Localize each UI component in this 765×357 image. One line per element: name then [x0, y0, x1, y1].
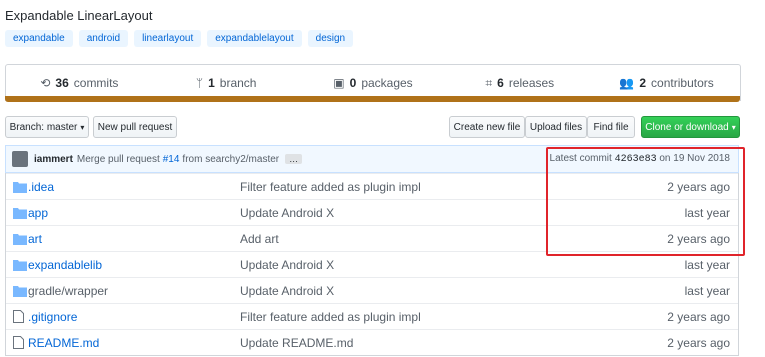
topic-tag[interactable]: expandablelayout [207, 30, 302, 47]
folder-icon [13, 259, 27, 271]
releases-label: releases [508, 76, 555, 90]
new-pull-request-button[interactable]: New pull request [93, 116, 177, 138]
commit-author[interactable]: iammert [34, 154, 73, 165]
file-age: last year [684, 257, 730, 272]
packages-count: 0 [349, 76, 357, 90]
file-commit-message[interactable]: Update Android X [240, 258, 334, 272]
file-commit-message[interactable]: Update README.md [240, 336, 353, 350]
commits-label: commits [73, 76, 119, 90]
tag-icon: ⌗ [485, 75, 493, 90]
file-age: 2 years ago [667, 335, 730, 350]
folder-icon [13, 285, 27, 297]
topic-tag[interactable]: design [307, 30, 354, 47]
branch-count: 1 [208, 76, 215, 90]
file-commit-message[interactable]: Filter feature added as plugin impl [240, 310, 421, 324]
file-commit-message[interactable]: Filter feature added as plugin impl [240, 180, 421, 194]
caret-down-icon: ▾ [731, 122, 736, 132]
avatar[interactable] [12, 151, 28, 167]
contributors-link[interactable]: 👥 2 contributors [593, 76, 740, 90]
create-new-file-button[interactable]: Create new file [449, 116, 525, 138]
contributors-count: 2 [639, 76, 647, 90]
file-name-link[interactable]: .gitignore [28, 310, 77, 324]
package-icon: ▣ [333, 76, 345, 90]
commit-message[interactable]: Merge pull request [77, 154, 160, 165]
branch-select-label: Branch: master [9, 121, 78, 133]
expand-commit-button[interactable]: … [285, 154, 303, 164]
branch-label: branch [219, 76, 257, 90]
topic-tag[interactable]: android [78, 30, 129, 47]
packages-link[interactable]: ▣ 0 packages [300, 76, 447, 90]
file-name-link[interactable]: .idea [28, 180, 54, 194]
topic-tag[interactable]: linearlayout [134, 30, 202, 47]
file-row: README.md Update README.md 2 years ago [6, 329, 738, 355]
file-row: gradle/wrapper Update Android X last yea… [6, 277, 738, 303]
people-icon: 👥 [619, 76, 635, 90]
folder-icon [13, 181, 27, 193]
upload-files-button[interactable]: Upload files [525, 116, 587, 138]
repo-description: Expandable LinearLayout [5, 8, 153, 23]
find-file-button[interactable]: Find file [587, 116, 635, 138]
branch-icon: ᛘ [195, 76, 204, 90]
file-name-link[interactable]: gradle/wrapper [28, 284, 108, 298]
file-age: last year [684, 283, 730, 298]
language-bar[interactable] [5, 96, 740, 102]
releases-link[interactable]: ⌗ 6 releases [446, 76, 593, 91]
file-name-link[interactable]: app [28, 206, 48, 220]
contributors-label: contributors [651, 76, 714, 90]
packages-label: packages [361, 76, 413, 90]
commits-link[interactable]: ⟲ 36 commits [6, 76, 153, 90]
topic-list: expandable android linearlayout expandab… [5, 30, 354, 47]
folder-icon [13, 233, 27, 245]
highlight-annotation-box [546, 147, 745, 256]
file-commit-message[interactable]: Update Android X [240, 284, 334, 298]
caret-down-icon: ▾ [80, 122, 85, 132]
file-icon [13, 310, 27, 323]
topic-tag[interactable]: expandable [5, 30, 73, 47]
history-icon: ⟲ [40, 76, 51, 90]
releases-count: 6 [497, 76, 504, 90]
file-name-link[interactable]: README.md [28, 336, 99, 350]
file-name-link[interactable]: art [28, 232, 42, 246]
commits-count: 36 [55, 76, 69, 90]
pr-link[interactable]: #14 [163, 154, 180, 165]
folder-icon [13, 207, 27, 219]
file-commit-message[interactable]: Add art [240, 232, 279, 246]
clone-label: Clone or download [645, 121, 729, 133]
branch-select-button[interactable]: Branch: master ▾ [5, 116, 89, 138]
file-name-link[interactable]: expandablelib [28, 258, 102, 272]
file-row: .gitignore Filter feature added as plugi… [6, 303, 738, 329]
branches-link[interactable]: ᛘ 1 branch [153, 76, 300, 90]
file-commit-message[interactable]: Update Android X [240, 206, 334, 220]
clone-download-button[interactable]: Clone or download ▾ [641, 116, 740, 138]
file-age: 2 years ago [667, 309, 730, 324]
commit-message-suffix[interactable]: from searchy2/master [182, 154, 279, 165]
file-icon [13, 336, 27, 349]
